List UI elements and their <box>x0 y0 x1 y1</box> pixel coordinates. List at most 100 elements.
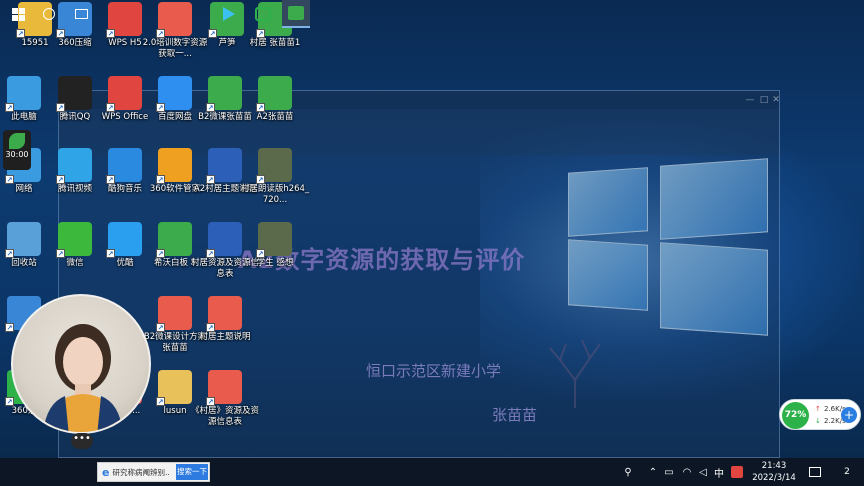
desktop-icon[interactable]: ↗ A2张苗苗 <box>240 76 310 123</box>
shortcut-arrow-icon: ↗ <box>106 29 115 38</box>
shortcut-arrow-icon: ↗ <box>5 175 14 184</box>
tray-ime-indicator[interactable]: 中 <box>712 458 726 486</box>
shortcut-arrow-icon: ↗ <box>206 175 215 184</box>
app-manager-icon: ↗ <box>156 148 192 184</box>
shortcut-arrow-icon: ↗ <box>56 29 65 38</box>
shortcut-arrow-icon: ↗ <box>56 175 65 184</box>
windows-start-icon <box>11 7 25 21</box>
shortcut-arrow-icon: ↗ <box>156 249 165 258</box>
en-board-icon: ↗ <box>156 222 192 258</box>
video-file-icon: ↗ <box>256 222 292 258</box>
desktop-icon-label: 村居主题说明 <box>199 332 251 342</box>
desktop-icon[interactable]: ↗ 村居朗读版h264_720... <box>240 148 310 206</box>
pdf-icon: ↗ <box>206 296 242 332</box>
sogou-ime-icon <box>731 466 743 478</box>
webcam-overlay[interactable] <box>11 294 151 434</box>
tray-volume-icon[interactable]: ◁ <box>696 458 710 486</box>
browser-search-text[interactable]: 研究称病阉辨别... <box>112 467 170 478</box>
pdf-icon: ↗ <box>156 296 192 332</box>
recycle-bin-icon: ↗ <box>5 222 41 258</box>
tray-battery-icon[interactable]: ▭ <box>662 458 676 486</box>
clock-time: 21:43 <box>761 461 787 471</box>
branch-decoration <box>549 339 601 408</box>
shortcut-arrow-icon: ↗ <box>106 249 115 258</box>
tray-wifi-icon[interactable]: ◠ <box>680 458 694 486</box>
shortcut-arrow-icon: ↗ <box>256 249 265 258</box>
taskbar-easinote[interactable] <box>282 0 310 28</box>
countdown-timer[interactable]: 30:00 <box>3 130 31 170</box>
minimize-icon[interactable]: — <box>745 95 755 105</box>
tray-person-icon[interactable]: ⚲ <box>620 458 636 486</box>
desktop-icon[interactable]: ↗ 《村居》资源及资源信息表 <box>190 370 260 428</box>
computer-icon: ↗ <box>5 76 41 112</box>
desktop-icon[interactable]: ↗ 村居主题说明 <box>190 296 260 343</box>
wps-h5-icon: ↗ <box>106 2 142 38</box>
cortana-button[interactable] <box>38 0 60 28</box>
tencent-video-icon: ↗ <box>56 148 92 184</box>
qq-icon: ↗ <box>56 76 92 112</box>
shortcut-arrow-icon: ↗ <box>206 397 215 406</box>
shortcut-arrow-icon: ↗ <box>156 103 165 112</box>
shortcut-arrow-icon: ↗ <box>16 29 25 38</box>
word-doc-icon: ↗ <box>206 148 242 184</box>
ie-browser-icon: e <box>102 465 110 479</box>
pdf-icon: ↗ <box>206 370 242 406</box>
shortcut-arrow-icon: ↗ <box>156 29 165 38</box>
shortcut-arrow-icon: ↗ <box>206 249 215 258</box>
network-speed-widget[interactable]: 72% ↑ 2.6K/s ↓ 2.2K/s + <box>779 399 861 430</box>
shortcut-arrow-icon: ↗ <box>5 323 14 332</box>
desktop-icon-label: 村居 张苗苗1 <box>249 38 301 48</box>
iqiyi-taskbar-icon <box>255 7 271 21</box>
taskbar-clock[interactable]: 21:43 2022/3/14 <box>746 460 802 484</box>
cortana-circle-icon <box>43 8 55 20</box>
notification-icon <box>809 467 821 477</box>
action-center-button[interactable] <box>806 458 824 486</box>
shortcut-arrow-icon: ↗ <box>56 249 65 258</box>
desktop-icon-label: 《村居》资源及资源信息表 <box>190 406 259 427</box>
desktop-icon[interactable]: ↗ 学生 感想 <box>240 222 310 269</box>
shortcut-arrow-icon: ↗ <box>5 397 14 406</box>
clock-date: 2022/3/14 <box>752 473 796 483</box>
close-icon[interactable]: ✕ <box>771 95 781 105</box>
shortcut-arrow-icon: ↗ <box>208 29 217 38</box>
en-board-icon: ↗ <box>206 76 242 112</box>
folder-icon: ↗ <box>156 370 192 406</box>
slide-school: 恒口示范区新建小学 <box>366 362 502 380</box>
task-view-button[interactable] <box>70 0 92 28</box>
wps-office-icon: ↗ <box>106 76 142 112</box>
shortcut-arrow-icon: ↗ <box>106 175 115 184</box>
webcam-more-button[interactable]: ••• <box>71 433 93 449</box>
task-view-icon <box>74 9 88 19</box>
maximize-icon[interactable]: □ <box>759 95 769 105</box>
memory-usage-percent: 72% <box>782 402 809 429</box>
taskbar-iqiyi[interactable] <box>250 0 276 28</box>
taskbar-tencent-video[interactable] <box>218 0 240 28</box>
video-file-icon: ↗ <box>256 148 292 184</box>
wechat-icon: ↗ <box>56 222 92 258</box>
shortcut-arrow-icon: ↗ <box>106 103 115 112</box>
browser-search-box[interactable]: e 研究称病阉辨别... 搜索一下 <box>97 462 210 482</box>
shortcut-arrow-icon: ↗ <box>156 175 165 184</box>
accelerate-button[interactable]: + <box>841 407 857 423</box>
tray-input-method-icon[interactable] <box>730 458 744 486</box>
tencent-video-taskbar-icon <box>223 7 235 21</box>
pdf-icon: ↗ <box>156 2 192 38</box>
youku-icon: ↗ <box>106 222 142 258</box>
download-arrow-icon: ↓ <box>815 417 821 425</box>
kugou-icon: ↗ <box>106 148 142 184</box>
timer-leaf-icon <box>9 133 25 149</box>
shortcut-arrow-icon: ↗ <box>56 103 65 112</box>
word-doc-icon: ↗ <box>206 222 242 258</box>
timer-value: 30:00 <box>5 150 29 159</box>
notification-count: 2 <box>844 467 850 477</box>
shortcut-arrow-icon: ↗ <box>5 249 14 258</box>
shortcut-arrow-icon: ↗ <box>206 323 215 332</box>
easinote-taskbar-icon <box>288 6 304 20</box>
tray-chevron-up-icon[interactable]: ⌃ <box>646 458 660 486</box>
browser-search-button[interactable]: 搜索一下 <box>176 464 208 480</box>
desktop-icon-label: 村居朗读版h264_720... <box>240 184 310 205</box>
shortcut-arrow-icon: ↗ <box>206 103 215 112</box>
baidu-netdisk-icon: ↗ <box>156 76 192 112</box>
start-button[interactable] <box>6 0 30 28</box>
shortcut-arrow-icon: ↗ <box>256 29 265 38</box>
